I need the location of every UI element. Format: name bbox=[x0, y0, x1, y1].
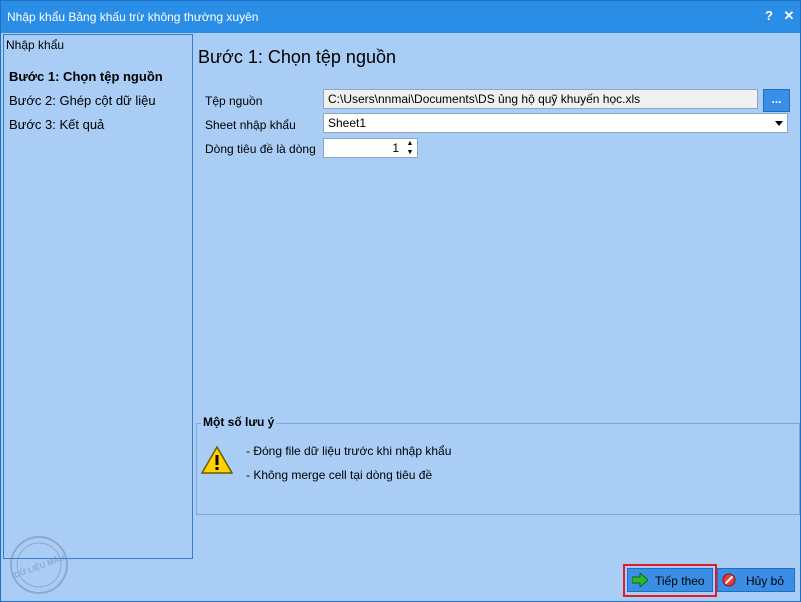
warning-icon bbox=[201, 445, 233, 474]
source-file-label: Tệp nguồn bbox=[205, 94, 263, 108]
note-line-1: - Đóng file dữ liệu trước khi nhập khẩu bbox=[246, 444, 452, 458]
step-3-item[interactable]: Bước 3: Kết quả bbox=[9, 117, 104, 132]
title-bar[interactable]: Nhập khẩu Bảng khấu trừ không thường xuy… bbox=[1, 1, 800, 33]
next-button[interactable]: Tiếp theo bbox=[627, 568, 713, 592]
sheet-select[interactable]: Sheet1 bbox=[323, 113, 788, 133]
cancel-button-label: Hủy bỏ bbox=[746, 574, 785, 588]
import-dialog: Nhập khẩu Bảng khấu trừ không thường xuy… bbox=[0, 0, 801, 602]
chevron-down-icon[interactable] bbox=[775, 121, 783, 126]
cancel-button[interactable]: Hủy bỏ bbox=[717, 568, 795, 592]
close-button[interactable]: ✕ bbox=[781, 8, 797, 24]
header-row-value: 1 bbox=[392, 141, 399, 155]
notes-title: Một số lưu ý bbox=[201, 415, 277, 429]
header-row-label: Dòng tiêu đề là dòng bbox=[205, 142, 316, 156]
header-row-stepper[interactable]: 1 ▲ ▼ bbox=[323, 138, 418, 158]
steps-panel-title: Nhập khẩu bbox=[6, 38, 65, 52]
spin-arrows-icon[interactable]: ▲ ▼ bbox=[403, 139, 417, 157]
window-title: Nhập khẩu Bảng khấu trừ không thường xuy… bbox=[7, 10, 259, 24]
browse-button[interactable]: ... bbox=[763, 89, 790, 112]
sheet-select-value: Sheet1 bbox=[328, 116, 367, 130]
sample-data-stamp: DỮ LIỆU MẪU bbox=[10, 536, 68, 594]
step-2-item[interactable]: Bước 2: Ghép cột dữ liệu bbox=[9, 93, 156, 108]
note-line-2: - Không merge cell tại dòng tiêu đề bbox=[246, 468, 433, 482]
source-file-input[interactable]: C:\Users\nnmai\Documents\DS ủng hộ quỹ k… bbox=[323, 89, 758, 109]
help-button[interactable]: ? bbox=[761, 8, 777, 24]
sheet-label: Sheet nhập khẩu bbox=[205, 118, 296, 132]
arrow-right-icon bbox=[632, 573, 648, 587]
next-button-label: Tiếp theo bbox=[655, 574, 705, 588]
steps-panel: Nhập khẩu Bước 1: Chọn tệp nguồn Bước 2:… bbox=[3, 34, 193, 559]
step-1-item[interactable]: Bước 1: Chọn tệp nguồn bbox=[9, 69, 163, 84]
page-title: Bước 1: Chọn tệp nguồn bbox=[198, 47, 396, 67]
cancel-icon bbox=[722, 573, 736, 587]
